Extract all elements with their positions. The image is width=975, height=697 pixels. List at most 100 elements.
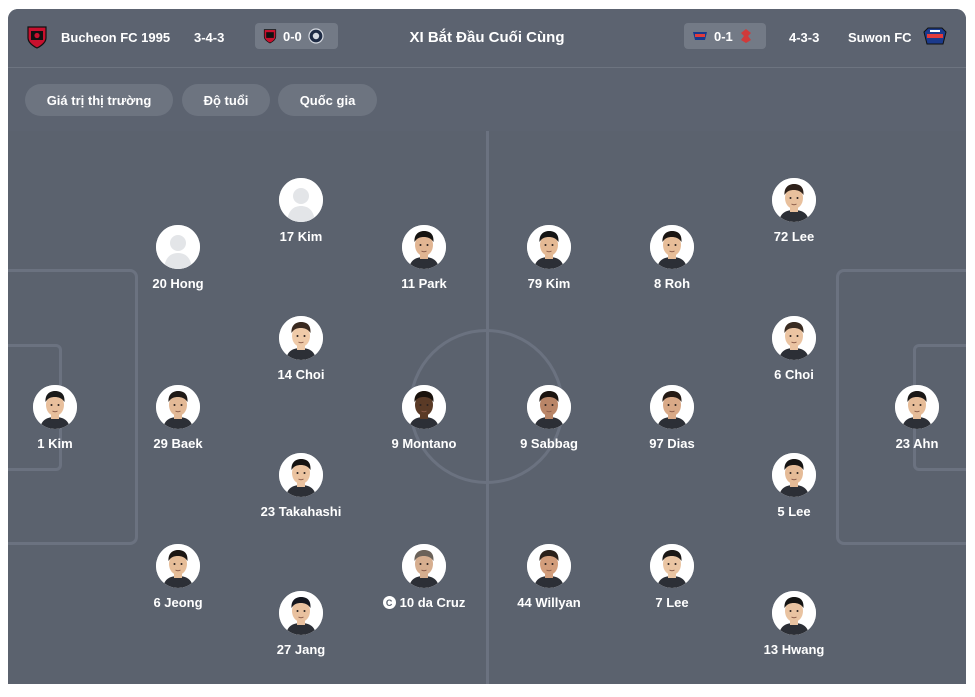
player-label: 9 Sabbag xyxy=(520,436,578,451)
player-name[interactable]: 79 Kim xyxy=(528,276,571,291)
player-avatar[interactable] xyxy=(650,225,694,269)
player-name[interactable]: 13 Hwang xyxy=(764,642,825,657)
filter-nationality-chip[interactable]: Quốc gia xyxy=(278,84,377,116)
away-player[interactable]: 9 Sabbag xyxy=(479,385,619,451)
filter-age-chip[interactable]: Độ tuổi xyxy=(182,84,270,116)
home-last-result[interactable]: 0-0 xyxy=(255,23,338,49)
player-label: 10 da Cruz xyxy=(399,595,466,610)
player-avatar[interactable] xyxy=(402,544,446,588)
player-name[interactable]: 29 Baek xyxy=(153,436,202,451)
away-team-name[interactable]: Suwon FC xyxy=(848,9,912,65)
player-name[interactable]: 72 Lee xyxy=(774,229,814,244)
player-avatar[interactable] xyxy=(402,385,446,429)
player-avatar[interactable] xyxy=(772,591,816,635)
player-avatar[interactable] xyxy=(156,385,200,429)
player-name[interactable]: 5 Lee xyxy=(777,504,810,519)
player-label: 23 Takahashi xyxy=(260,504,342,519)
lineup-header: Bucheon FC 1995 3-4-3 0-0 XI Bắt Đầu Cuố… xyxy=(8,9,966,68)
player-avatar[interactable] xyxy=(772,453,816,497)
player-name[interactable]: C 10 da Cruz xyxy=(382,595,466,610)
player-avatar[interactable] xyxy=(527,225,571,269)
player-label: 17 Kim xyxy=(279,229,323,244)
pitch: 1 Kim 20 Hong 29 Baek 6 Jeong 17 Kim 14 Choi 2… xyxy=(8,131,966,684)
away-last-result[interactable]: 0-1 xyxy=(684,23,766,49)
home-player[interactable]: 6 Jeong xyxy=(108,544,248,610)
player-label: 13 Hwang xyxy=(763,642,825,657)
player-avatar[interactable] xyxy=(279,453,323,497)
home-last-score: 0-0 xyxy=(283,28,302,44)
away-player[interactable]: 7 Lee xyxy=(602,544,742,610)
home-player[interactable]: C 10 da Cruz xyxy=(354,544,494,610)
player-label: 6 Jeong xyxy=(153,595,203,610)
captain-icon: C xyxy=(382,596,396,609)
player-name[interactable]: 14 Choi xyxy=(278,367,325,382)
player-name[interactable]: 9 Montano xyxy=(392,436,457,451)
player-avatar[interactable] xyxy=(279,316,323,360)
player-avatar[interactable] xyxy=(527,544,571,588)
player-label: 27 Jang xyxy=(276,642,326,657)
home-player[interactable]: 14 Choi xyxy=(231,316,371,382)
player-name[interactable]: 44 Willyan xyxy=(517,595,580,610)
away-crest-icon[interactable] xyxy=(922,9,948,65)
player-name[interactable]: 17 Kim xyxy=(280,229,323,244)
player-name[interactable]: 11 Park xyxy=(401,276,447,291)
opponent-crest-icon xyxy=(308,28,324,44)
player-avatar[interactable] xyxy=(895,385,939,429)
player-avatar[interactable] xyxy=(650,385,694,429)
away-player[interactable]: 5 Lee xyxy=(724,453,864,519)
filter-bar: Giá trị thị trường Độ tuổi Quốc gia xyxy=(8,68,966,131)
player-name[interactable]: 23 Takahashi xyxy=(261,504,342,519)
home-team-name[interactable]: Bucheon FC 1995 xyxy=(61,9,170,65)
player-label: 20 Hong xyxy=(152,276,204,291)
player-avatar[interactable] xyxy=(156,225,200,269)
player-avatar[interactable] xyxy=(156,544,200,588)
player-avatar[interactable] xyxy=(402,225,446,269)
player-label: 97 Dias xyxy=(649,436,695,451)
away-player[interactable]: 72 Lee xyxy=(724,178,864,244)
player-avatar[interactable] xyxy=(33,385,77,429)
player-name[interactable]: 20 Hong xyxy=(152,276,203,291)
home-player[interactable]: 20 Hong xyxy=(108,225,248,291)
player-label: 11 Park xyxy=(401,276,447,291)
away-player[interactable]: 8 Roh xyxy=(602,225,742,291)
away-player[interactable]: 44 Willyan xyxy=(479,544,619,610)
away-formation: 4-3-3 xyxy=(789,29,820,45)
player-name[interactable]: 1 Kim xyxy=(37,436,72,451)
filter-market-value-chip[interactable]: Giá trị thị trường xyxy=(25,84,173,116)
away-player[interactable]: 13 Hwang xyxy=(724,591,864,657)
away-player[interactable]: 23 Ahn xyxy=(847,385,966,451)
home-player[interactable]: 11 Park xyxy=(354,225,494,291)
player-avatar[interactable] xyxy=(650,544,694,588)
home-crest-icon[interactable] xyxy=(26,9,48,65)
player-label: 6 Choi xyxy=(774,367,814,382)
player-label: 14 Choi xyxy=(277,367,325,382)
player-avatar[interactable] xyxy=(772,178,816,222)
away-player[interactable]: 79 Kim xyxy=(479,225,619,291)
player-avatar[interactable] xyxy=(279,178,323,222)
player-name[interactable]: 23 Ahn xyxy=(896,436,939,451)
player-label: 79 Kim xyxy=(527,276,571,291)
away-player[interactable]: 97 Dias xyxy=(602,385,742,451)
player-name[interactable]: 9 Sabbag xyxy=(520,436,578,451)
home-player[interactable]: 9 Montano xyxy=(354,385,494,451)
opponent2-crest-icon xyxy=(740,29,751,43)
player-name[interactable]: 6 Choi xyxy=(774,367,814,382)
player-name[interactable]: 7 Lee xyxy=(655,595,688,610)
player-avatar[interactable] xyxy=(772,316,816,360)
player-label: 29 Baek xyxy=(153,436,203,451)
home-player[interactable]: 17 Kim xyxy=(231,178,371,244)
player-name[interactable]: 27 Jang xyxy=(277,642,325,657)
player-label: 7 Lee xyxy=(655,595,689,610)
away-player[interactable]: 6 Choi xyxy=(724,316,864,382)
player-name[interactable]: 97 Dias xyxy=(649,436,695,451)
player-name[interactable]: 6 Jeong xyxy=(153,595,202,610)
player-avatar[interactable] xyxy=(527,385,571,429)
player-label: 1 Kim xyxy=(37,436,73,451)
away-last-score: 0-1 xyxy=(714,28,733,44)
player-name[interactable]: 8 Roh xyxy=(654,276,690,291)
home-player[interactable]: 29 Baek xyxy=(108,385,248,451)
home-player[interactable]: 23 Takahashi xyxy=(231,453,371,519)
player-avatar[interactable] xyxy=(279,591,323,635)
home-player[interactable]: 27 Jang xyxy=(231,591,371,657)
lineup-card: Bucheon FC 1995 3-4-3 0-0 XI Bắt Đầu Cuố… xyxy=(8,9,966,684)
